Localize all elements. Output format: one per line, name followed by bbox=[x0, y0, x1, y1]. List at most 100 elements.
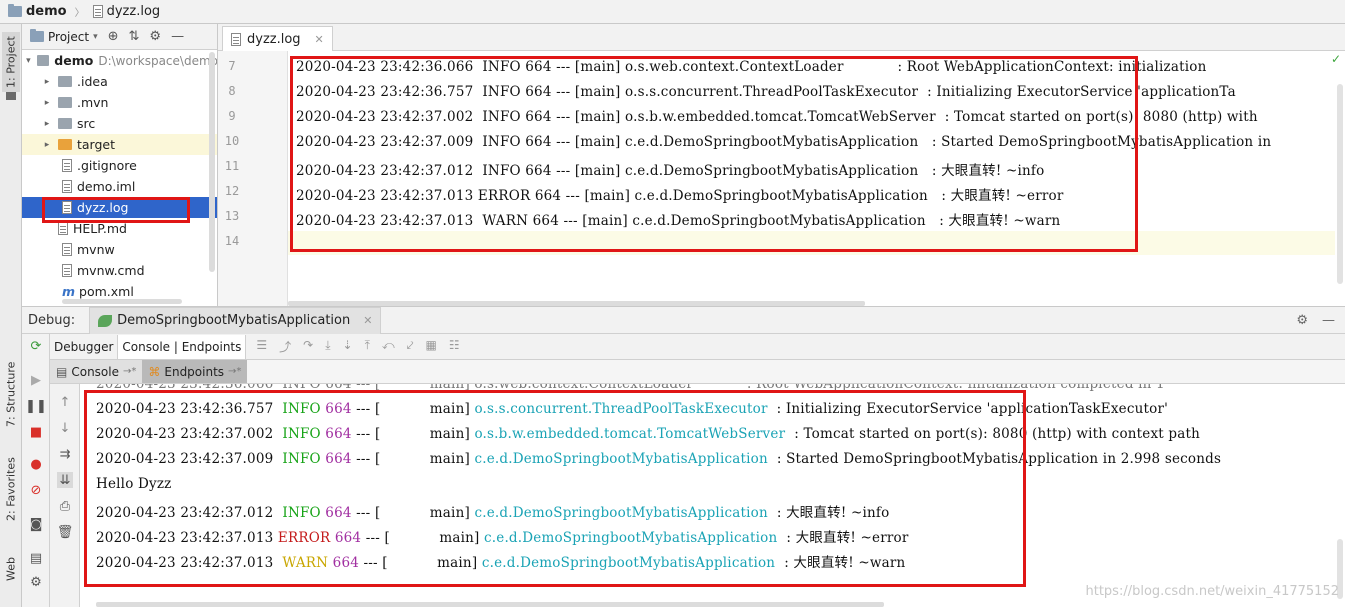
tree-item-label: target bbox=[77, 137, 116, 152]
chevron-right-icon: ▸ bbox=[44, 139, 50, 150]
mute-breakpoints-icon[interactable]: ⊘ bbox=[28, 482, 44, 498]
editor-tab-bar: dyzz.log ✕ bbox=[218, 24, 1345, 51]
camera-icon[interactable]: ◙ bbox=[28, 516, 44, 532]
close-icon[interactable]: ✕ bbox=[363, 314, 372, 327]
maven-icon: m bbox=[62, 284, 76, 299]
gear-icon[interactable]: ⚙ bbox=[149, 29, 161, 44]
stop-icon[interactable]: ■ bbox=[28, 424, 44, 440]
collapse-icon[interactable]: ⇅ bbox=[129, 29, 140, 44]
chevron-right-icon: ▸ bbox=[44, 97, 50, 108]
tree-item[interactable]: ▸ src bbox=[22, 113, 217, 134]
debug-header-actions: ⚙ — bbox=[1296, 313, 1335, 328]
tree-item[interactable]: ▸ .idea bbox=[22, 71, 217, 92]
tab-console[interactable]: ▤ Console →* bbox=[50, 360, 143, 383]
debug-session-tab[interactable]: DemoSpringbootMybatisApplication ✕ bbox=[89, 306, 382, 334]
folder-icon bbox=[58, 76, 72, 87]
tree-item-label: mvnw.cmd bbox=[77, 263, 145, 278]
force-step-into-icon[interactable]: ⇣ bbox=[343, 338, 353, 355]
run-to-cursor-icon[interactable]: ⤦ bbox=[407, 338, 414, 355]
locate-icon[interactable]: ⊕ bbox=[108, 29, 119, 44]
highlight-box-editor bbox=[290, 56, 1138, 252]
close-icon[interactable]: ✕ bbox=[315, 33, 324, 46]
tree-root[interactable]: ▾ demo D:\workspace\demo bbox=[22, 50, 217, 71]
tab-console-endpoints[interactable]: Console | Endpoints bbox=[118, 334, 247, 359]
editor-scrollbar[interactable] bbox=[1337, 84, 1343, 284]
tree-item[interactable]: ▸ .mvn bbox=[22, 92, 217, 113]
project-panel-header: Project ▾ ⊕ ⇅ ⚙ — bbox=[22, 24, 217, 50]
tab-debugger[interactable]: Debugger bbox=[50, 334, 119, 359]
spring-boot-icon bbox=[98, 314, 113, 327]
step-out-icon[interactable]: ⤒ bbox=[365, 338, 370, 355]
tree-item[interactable]: .gitignore bbox=[22, 155, 217, 176]
console-icon: ▤ bbox=[56, 364, 68, 379]
step-into-icon[interactable]: ⤓ bbox=[325, 338, 330, 355]
scroll-to-end-icon[interactable]: ⇊ bbox=[57, 472, 73, 488]
file-icon bbox=[62, 159, 72, 172]
tree-item-label: demo.iml bbox=[77, 179, 136, 194]
editor-tab-dyzz-log[interactable]: dyzz.log ✕ bbox=[222, 26, 333, 51]
favorites-tool-tab[interactable]: 2: Favorites bbox=[2, 454, 20, 524]
tree-item-label: src bbox=[77, 116, 96, 131]
tree-item[interactable]: mvnw.cmd bbox=[22, 260, 217, 281]
tree-item-label: HELP.md bbox=[73, 221, 127, 236]
show-execution-point-icon[interactable]: ⤴ bbox=[279, 338, 291, 355]
layout-icon[interactable]: ▤ bbox=[28, 550, 44, 566]
tree-item[interactable]: ▸ target bbox=[22, 134, 217, 155]
left-tool-stripe: 1: Project 7: Structure 2: Favorites Web bbox=[0, 24, 22, 607]
gear-icon[interactable]: ⚙ bbox=[1296, 313, 1308, 328]
folder-icon bbox=[30, 29, 44, 42]
project-tool-tab[interactable]: 1: Project bbox=[2, 32, 20, 92]
file-icon bbox=[62, 243, 72, 256]
structure-tool-tab[interactable]: 7: Structure bbox=[2, 359, 20, 429]
endpoints-icon: ⌘ bbox=[148, 364, 161, 379]
breadcrumb-project[interactable]: demo bbox=[8, 4, 67, 19]
drop-frame-icon[interactable]: ⤺ bbox=[382, 338, 395, 355]
print-icon[interactable]: ⎙ bbox=[57, 498, 73, 514]
project-view-selector[interactable]: Project ▾ bbox=[30, 29, 98, 44]
tree-item-label: .gitignore bbox=[77, 158, 137, 173]
menu-icon[interactable]: ☰ bbox=[256, 338, 267, 355]
line-number: 13 bbox=[224, 209, 240, 223]
chevron-right-icon: ▸ bbox=[44, 76, 50, 87]
web-tool-tab[interactable]: Web bbox=[2, 554, 20, 584]
tree-item[interactable]: demo.iml bbox=[22, 176, 217, 197]
breadcrumb-file[interactable]: dyzz.log bbox=[92, 4, 160, 19]
markdown-icon bbox=[58, 222, 68, 235]
folder-icon bbox=[58, 118, 72, 129]
restore-layout-icon[interactable]: ☷ bbox=[449, 338, 460, 355]
pause-icon[interactable]: ❚❚ bbox=[25, 398, 47, 414]
hide-icon[interactable]: — bbox=[1322, 313, 1335, 328]
watermark: https://blog.csdn.net/weixin_41775152 bbox=[1085, 584, 1339, 599]
debug-side-toolbar: ⟳ ▶ ❚❚ ■ ● ⊘ ◙ ▤ ⚙ bbox=[22, 334, 50, 607]
clear-all-icon[interactable]: 🗑 bbox=[57, 524, 74, 540]
console-side-toolbar: ↑ ↓ ⇉ ⇊ ⎙ 🗑 bbox=[50, 384, 80, 607]
tree-item-label: pom.xml bbox=[79, 284, 134, 299]
folder-icon bbox=[8, 4, 22, 17]
file-icon bbox=[62, 264, 72, 277]
view-breakpoints-icon[interactable]: ● bbox=[28, 456, 44, 472]
tree-item-label: .mvn bbox=[77, 95, 109, 110]
line-number: 7 bbox=[228, 59, 236, 73]
project-scrollbar[interactable] bbox=[209, 52, 215, 272]
up-arrow-icon[interactable]: ↑ bbox=[57, 394, 73, 410]
debug-toolbar: ☰ ⤴ ↷ ⤓ ⇣ ⤒ ⤺ ⤦ ▦ ☷ bbox=[256, 338, 459, 355]
project-horizontal-scrollbar[interactable] bbox=[62, 299, 182, 304]
soft-wrap-icon[interactable]: ⇉ bbox=[57, 446, 73, 462]
hide-icon[interactable]: — bbox=[171, 29, 184, 44]
folder-icon bbox=[58, 139, 72, 150]
resume-icon[interactable]: ▶ bbox=[28, 372, 44, 388]
evaluate-icon[interactable]: ▦ bbox=[426, 338, 437, 355]
line-number: 12 bbox=[224, 184, 240, 198]
debug-label: Debug: bbox=[28, 312, 76, 328]
folder-icon bbox=[36, 55, 50, 66]
line-gutter: 7 8 9 10 11 12 13 14 bbox=[218, 51, 288, 306]
rerun-icon[interactable]: ⟳ bbox=[28, 338, 44, 354]
tree-item[interactable]: mvnw bbox=[22, 239, 217, 260]
navigation-bar: demo 〉 dyzz.log bbox=[0, 0, 1345, 24]
console-horizontal-scrollbar[interactable] bbox=[96, 602, 884, 607]
highlight-box-file bbox=[42, 197, 190, 223]
tab-endpoints[interactable]: ⌘ Endpoints →* bbox=[142, 360, 248, 383]
step-over-icon[interactable]: ↷ bbox=[303, 338, 313, 355]
settings-icon[interactable]: ⚙ bbox=[28, 574, 44, 590]
down-arrow-icon[interactable]: ↓ bbox=[57, 420, 73, 436]
